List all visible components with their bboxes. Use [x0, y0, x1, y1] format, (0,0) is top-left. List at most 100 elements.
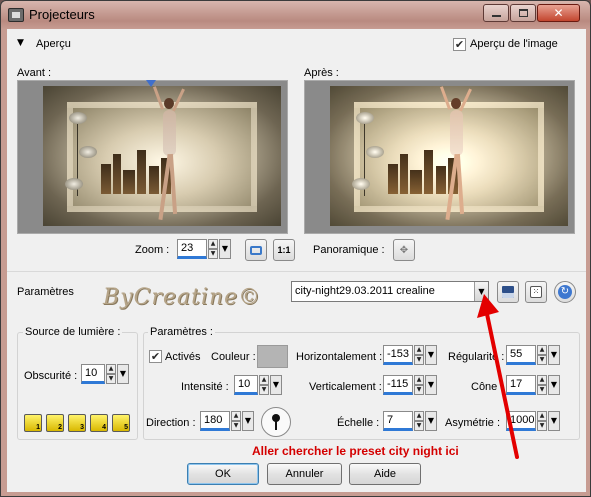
spin-up-icon[interactable]: ▲ [414, 375, 424, 385]
spin-down-icon[interactable]: ▼ [414, 355, 424, 365]
scale-value[interactable]: 7 [383, 411, 413, 431]
preset-select[interactable]: city-night29.03.2011 crealine ▼ [291, 281, 489, 302]
help-button[interactable]: Aide [349, 463, 421, 485]
presets-label: Paramètres [17, 286, 74, 298]
light-4-button[interactable]: 4 [90, 414, 108, 432]
before-label: Avant : [17, 67, 52, 79]
preview-image-checkbox[interactable]: ✔ [453, 38, 466, 51]
spin-down-icon[interactable]: ▼ [537, 421, 547, 431]
spin-down-icon[interactable]: ▼ [208, 249, 218, 259]
before-preview[interactable] [17, 80, 288, 234]
light-1-button[interactable]: 1 [24, 414, 42, 432]
dropdown-arrow-icon[interactable]: ▼ [425, 411, 437, 431]
dice-icon: ⁙ [530, 286, 542, 298]
dropdown-arrow-icon[interactable]: ▼ [425, 375, 437, 395]
obscurity-value[interactable]: 10 [81, 364, 105, 384]
obscurity-label: Obscurité : [24, 370, 78, 382]
direction-value[interactable]: 180 [200, 411, 230, 431]
light-number: 1 [36, 424, 40, 431]
spin-down-icon[interactable]: ▼ [106, 374, 116, 384]
after-preview-image [330, 86, 568, 226]
zoom-value[interactable]: 23 [177, 239, 207, 259]
light-2-button[interactable]: 2 [46, 414, 64, 432]
after-preview [304, 80, 575, 234]
dropdown-arrow-icon[interactable]: ▼ [548, 375, 560, 395]
maximize-button[interactable] [510, 4, 536, 22]
light-number: 2 [58, 424, 62, 431]
dropdown-arrow-icon[interactable]: ▼ [425, 345, 437, 365]
spin-up-icon[interactable]: ▲ [537, 375, 547, 385]
reset-button[interactable]: ↻ [554, 281, 576, 303]
spin-down-icon[interactable]: ▼ [537, 355, 547, 365]
vertical-value[interactable]: -115 [383, 375, 413, 395]
dropdown-arrow-icon[interactable]: ▼ [548, 411, 560, 431]
light-3-button[interactable]: 3 [68, 414, 86, 432]
vertical-spinner[interactable]: -115 ▲ ▼ ▼ [383, 375, 437, 395]
spin-down-icon[interactable]: ▼ [231, 421, 241, 431]
color-swatch[interactable] [257, 345, 288, 368]
dropdown-arrow-icon[interactable]: ▼ [270, 375, 282, 395]
light-number: 4 [102, 424, 106, 431]
reset-arrow-icon: ↻ [558, 285, 572, 299]
minimize-icon [491, 15, 501, 17]
after-label: Après : [304, 67, 339, 79]
maximize-icon [518, 9, 528, 17]
scale-label: Échelle : [337, 417, 380, 429]
horizontal-label: Horizontalement : [296, 351, 383, 363]
spin-up-icon[interactable]: ▲ [414, 411, 424, 421]
light-number: 3 [80, 424, 84, 431]
spin-down-icon[interactable]: ▼ [414, 385, 424, 395]
collapse-arrow-icon[interactable]: ▼ [17, 38, 24, 48]
spin-up-icon[interactable]: ▲ [414, 345, 424, 355]
direction-label: Direction : [146, 417, 196, 429]
dropdown-arrow-icon[interactable]: ▼ [219, 239, 231, 259]
minimize-button[interactable] [483, 4, 509, 22]
app-icon [8, 8, 24, 22]
spin-down-icon[interactable]: ▼ [259, 385, 269, 395]
dialog-client: ▼ Aperçu ✔ Aperçu de l'image Avant : Apr… [7, 29, 586, 492]
spin-up-icon[interactable]: ▲ [208, 239, 218, 249]
spin-down-icon[interactable]: ▼ [414, 421, 424, 431]
pan-label: Panoramique : [313, 244, 385, 256]
zoom-1to1-button[interactable]: 1:1 [273, 239, 295, 261]
light-5-button[interactable]: 5 [112, 414, 130, 432]
intensity-value[interactable]: 10 [234, 375, 258, 395]
intensity-label: Intensité : [181, 381, 229, 393]
parameters-title: Paramètres : [148, 326, 215, 338]
scale-spinner[interactable]: 7 ▲ ▼ ▼ [383, 411, 437, 431]
signature-watermark: ByCreatine© [103, 285, 262, 310]
intensity-spinner[interactable]: 10 ▲ ▼ ▼ [234, 375, 282, 395]
light-source-title: Source de lumière : [23, 326, 123, 338]
zoom-spinner[interactable]: 23 ▲ ▼ ▼ [177, 239, 231, 259]
dropdown-arrow-icon[interactable]: ▼ [117, 364, 129, 384]
title-bar[interactable]: Projecteurs ✕ [1, 1, 590, 29]
horizontal-spinner[interactable]: -153 ▲ ▼ ▼ [383, 345, 437, 365]
close-icon: ✕ [553, 6, 564, 20]
spin-up-icon[interactable]: ▲ [259, 375, 269, 385]
before-preview-image [43, 86, 281, 226]
dropdown-arrow-icon[interactable]: ▼ [548, 345, 560, 365]
direction-spinner[interactable]: 180 ▲ ▼ ▼ [200, 411, 254, 431]
close-button[interactable]: ✕ [537, 4, 580, 22]
vertical-label: Verticalement : [309, 381, 382, 393]
spin-up-icon[interactable]: ▲ [231, 411, 241, 421]
ok-button[interactable]: OK [187, 463, 259, 485]
preview-image-label: Aperçu de l'image [470, 38, 558, 50]
pan-icon[interactable]: ✥ [393, 239, 415, 261]
spin-up-icon[interactable]: ▲ [106, 364, 116, 374]
zoom-label: Zoom : [135, 244, 170, 256]
dropdown-arrow-icon[interactable]: ▼ [242, 411, 254, 431]
preset-value: city-night29.03.2011 crealine [295, 285, 435, 297]
spin-up-icon[interactable]: ▲ [537, 411, 547, 421]
zoom-fit-button[interactable] [245, 239, 267, 261]
cancel-button[interactable]: Annuler [267, 463, 342, 485]
zoom-fit-icon [250, 245, 262, 255]
horizontal-value[interactable]: -153 [383, 345, 413, 365]
projecteurs-window: Projecteurs ✕ ▼ Aperçu ✔ Aperçu de l'ima… [0, 0, 591, 497]
direction-dial[interactable] [261, 407, 291, 437]
obscurity-spinner[interactable]: 10 ▲ ▼ ▼ [81, 364, 129, 384]
spin-up-icon[interactable]: ▲ [537, 345, 547, 355]
active-checkbox[interactable]: ✔ [149, 350, 162, 363]
spin-down-icon[interactable]: ▼ [537, 385, 547, 395]
annotation-arrow-icon [477, 294, 519, 459]
